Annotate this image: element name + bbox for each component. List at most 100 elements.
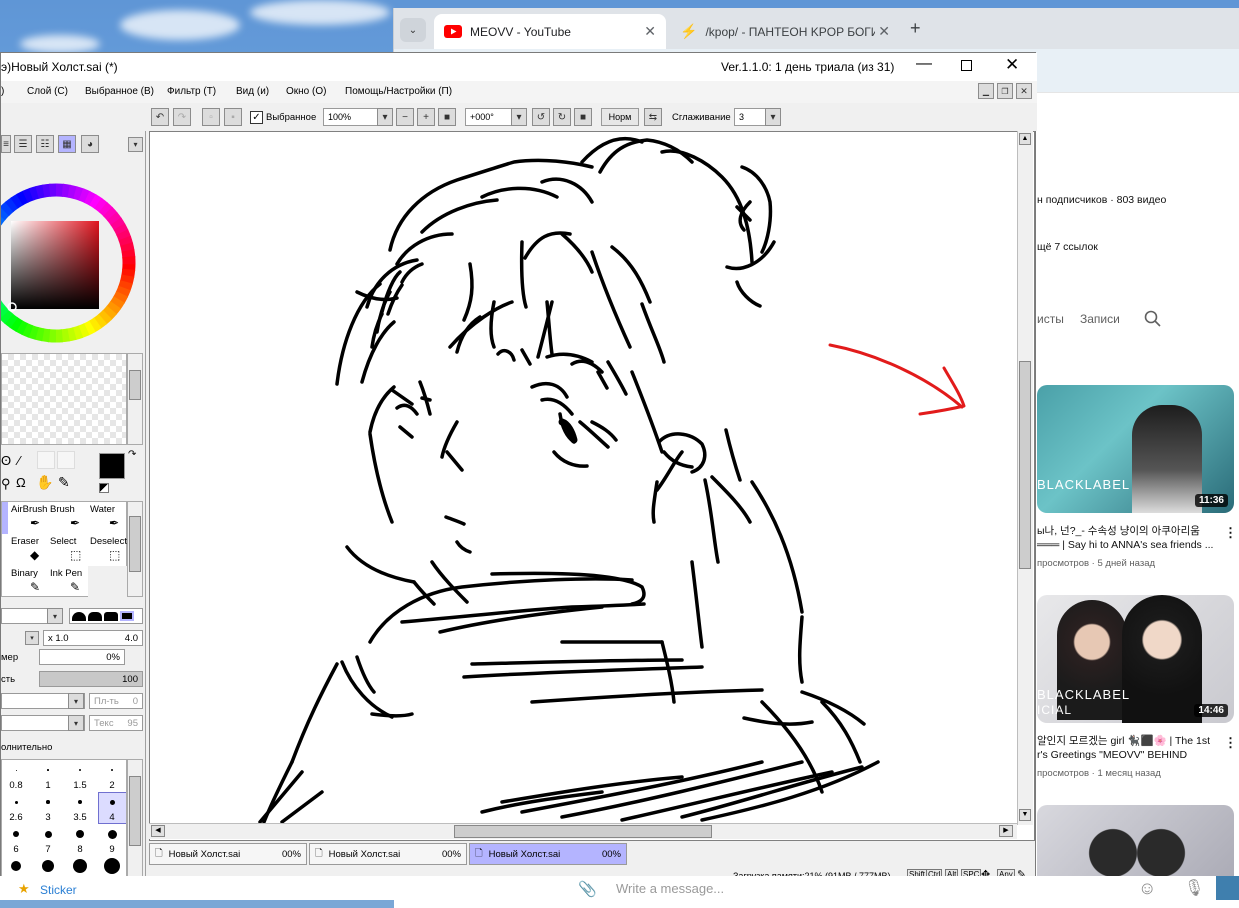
emoji-icon[interactable]: ☺ [1138,878,1156,899]
brush-shape-dropdown-icon[interactable]: ▾ [47,608,63,624]
video-title[interactable]: ы나, 넌?_- 수속성 냥이의 아쿠아리움 [1037,523,1200,538]
view-mode-icon[interactable]: ≡ [1,135,11,153]
menu-help[interactable]: Помощь/Настройки (П) [345,86,452,97]
doc-minimize-icon[interactable]: ▁ [978,83,994,99]
rotation-field[interactable]: +000° [465,108,513,126]
zoom-reset-icon[interactable]: ■ [438,108,456,126]
texture-strength-field[interactable]: Пл-ть 0 [89,693,143,709]
brush-size-dot[interactable] [79,769,81,771]
magic-wand-icon[interactable]: ⁄ [18,453,20,468]
brush-size-dot[interactable] [15,769,17,771]
document-tab-active[interactable]: 🗋 Новый Холст.sai 00% [469,843,627,865]
rotate-reset-icon[interactable]: ■ [574,108,592,126]
tool-binary[interactable]: Binary [11,568,38,579]
maximize-icon[interactable] [961,60,972,71]
canvas-vertical-scrollbar[interactable]: ▲ ▼ [1017,131,1033,825]
brush-size-dot[interactable] [13,831,19,837]
tool-select[interactable]: Select [50,536,76,547]
blend-mode-button[interactable]: Норм [601,108,639,126]
tool-airbrush[interactable]: AirBrush [11,504,47,515]
zoom-dropdown-icon[interactable]: ▾ [377,108,393,126]
lasso-icon[interactable]: ʘ [1,453,11,468]
scroll-left-icon[interactable]: ◀ [151,825,165,837]
blend-dropdown-icon[interactable]: ▾ [68,693,84,709]
rotate-tool-icon[interactable]: Ω [16,475,26,490]
reset-colors-icon[interactable] [99,483,109,493]
rotation-dropdown-icon[interactable]: ▾ [511,108,527,126]
tool-eraser[interactable]: Eraser [11,536,39,547]
rotate-right-icon[interactable]: ↻ [553,108,571,126]
scroll-right-icon[interactable]: ▶ [999,825,1013,837]
video-title[interactable]: 알인지 모르겠는 girl 🐈‍⬛⬛🌸 | The 1st [1037,733,1210,748]
rotate-left-icon[interactable]: ↺ [532,108,550,126]
density-slider[interactable]: 100 [39,671,143,687]
more-vert-icon[interactable]: ⋮ [1224,735,1237,751]
scratchpad-icon[interactable]: ◕ [81,135,99,153]
deselect-icon[interactable]: ▫ [202,108,220,126]
hand-tool-icon[interactable]: ✋ [36,474,53,491]
smoothing-dropdown-icon[interactable]: ▾ [765,108,781,126]
palette-scrollbar[interactable] [127,353,143,445]
tab-playlists[interactable]: исты [1037,312,1064,326]
menu-window[interactable]: Окно (О) [286,86,326,97]
brush-size-dot[interactable] [73,859,87,873]
size-dropdown-icon[interactable]: ▾ [25,631,39,645]
brush-tip-shapes[interactable] [69,608,143,624]
brush-size-dot[interactable] [14,800,18,804]
minimize-icon[interactable]: — [916,55,932,73]
close-icon[interactable]: ✕ [1005,55,1019,75]
min-size-slider[interactable]: 0% [39,649,125,665]
foreground-color[interactable] [99,453,125,479]
microphone-icon[interactable]: 🎙 [1184,878,1204,898]
color-wheel[interactable] [1,181,141,347]
channel-links[interactable]: щё 7 ссылок [1037,241,1098,253]
brush-size-dot[interactable] [47,769,49,771]
size-grid-scrollbar[interactable] [127,759,143,887]
video-thumbnail-2[interactable]: BLACKLABEL ICIAL 14:46 [1037,595,1234,723]
video-title[interactable]: ═══ | Say hi to ANNA's sea friends ... [1037,539,1213,551]
close-tab-icon[interactable]: ✕ [644,23,656,40]
menu-filter[interactable]: Фильтр (Т) [167,86,216,97]
menu-view[interactable]: Вид (и) [236,86,269,97]
horizontal-scroll-thumb[interactable] [454,825,712,838]
menu-layer[interactable]: Слой (С) [27,86,68,97]
brush-size-dot[interactable] [104,858,120,874]
tool-deselect[interactable]: Deselect [90,536,127,547]
invert-selection-icon[interactable]: ▪ [224,108,242,126]
swap-colors-icon[interactable]: ↷ [128,449,136,460]
tool-ink-pen[interactable]: Ink Pen [50,568,82,579]
tab-kpop[interactable]: ⚡ /kpop/ - ПАНТЕОН KPOP БОГИ ✕ [670,14,900,49]
new-tab-button[interactable]: + [910,18,921,39]
brush-size-dot[interactable] [107,829,117,839]
brush-size-field[interactable]: x 1.0 4.0 [43,630,143,646]
video-title[interactable]: r's Greetings "MEOVV" BEHIND [1037,749,1187,761]
zoom-tool-icon[interactable]: ⚲ [1,476,11,492]
panel-dropdown-icon[interactable]: ▾ [128,137,143,152]
attach-icon[interactable]: 📎 [578,880,597,898]
texture-dropdown-icon[interactable]: ▾ [68,715,84,731]
zoom-in-icon[interactable]: + [417,108,435,126]
document-tab[interactable]: 🗋 Новый Холст.sai 00% [309,843,467,865]
brush-size-dot[interactable] [44,830,52,838]
scroll-up-icon[interactable]: ▲ [1019,133,1031,145]
color-swatch-palette[interactable] [1,353,127,445]
doc-close-icon[interactable]: ✕ [1016,83,1032,99]
brush-size-dot[interactable] [46,800,50,804]
brush-size-dot[interactable] [109,799,115,805]
flip-horizontal-icon[interactable]: ⇆ [644,108,662,126]
drawing-canvas[interactable] [149,131,1035,841]
view-mode-icon[interactable]: ☷ [36,135,54,153]
canvas-horizontal-scrollbar[interactable]: ◀ ▶ [149,823,1017,839]
search-icon[interactable] [1144,310,1162,328]
brush-size-dot[interactable] [11,861,21,871]
redo-icon[interactable]: ↷ [173,108,191,126]
tool-list-scrollbar[interactable] [127,501,143,597]
more-vert-icon[interactable]: ⋮ [1224,525,1237,541]
scroll-down-icon[interactable]: ▼ [1019,809,1031,821]
view-mode-icon[interactable]: ☰ [14,135,32,153]
zoom-out-icon[interactable]: − [396,108,414,126]
brush-size-dot[interactable] [42,860,54,872]
smoothing-field[interactable]: 3 [734,108,766,126]
selection-checkbox[interactable]: ✓ [250,111,263,124]
video-thumbnail-1[interactable]: BLACKLABEL 11:36 [1037,385,1234,513]
